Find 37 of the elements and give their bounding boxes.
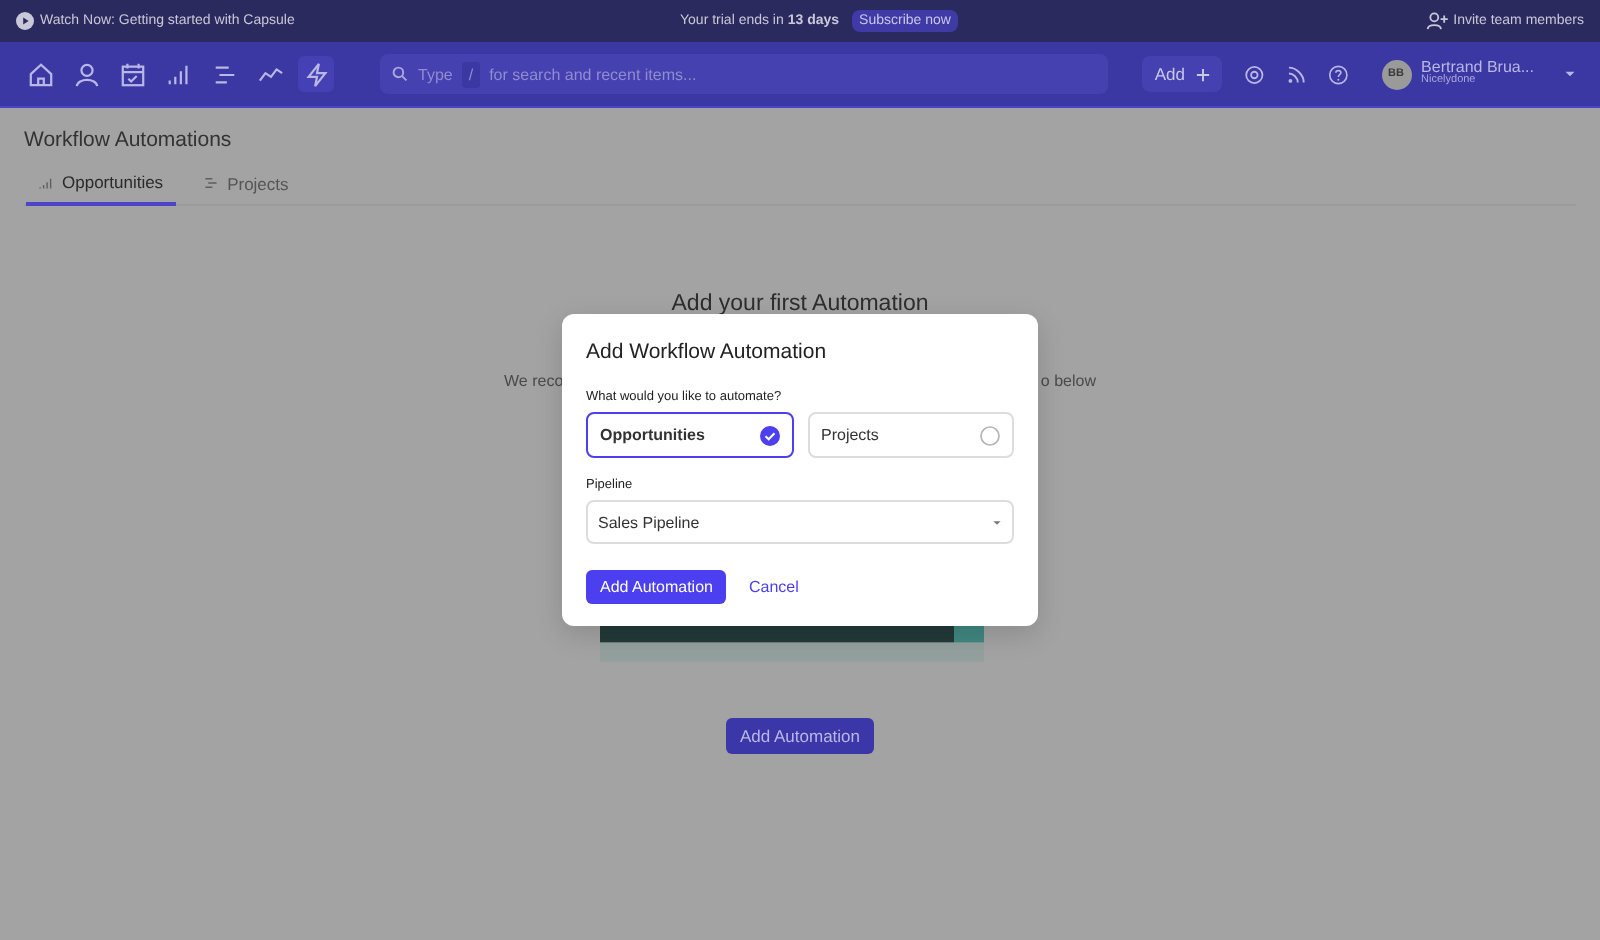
caret-icon <box>992 519 1002 525</box>
description-text: o below <box>1040 372 1096 390</box>
lines-icon <box>211 61 237 87</box>
option-card[interactable]: Opportunities <box>586 412 793 458</box>
caret-icon[interactable] <box>1564 70 1577 78</box>
cancel-link[interactable]: Cancel <box>748 578 799 596</box>
search-placeholder: for search and recent items... <box>489 65 697 83</box>
nav-item[interactable] <box>298 56 334 92</box>
bar-chart-icon <box>165 61 191 87</box>
radio-icon <box>980 425 1000 445</box>
user-name: Bertrand Brua... <box>1421 59 1535 76</box>
bar-chart-icon <box>38 175 52 189</box>
add-automation-button[interactable]: Add Automation <box>725 718 874 754</box>
feed-icon[interactable] <box>1285 63 1307 85</box>
play-icon <box>16 12 34 30</box>
check-icon <box>759 425 779 445</box>
mention-icon[interactable] <box>1243 63 1264 85</box>
dialog-title: Add Workflow Automation <box>586 340 829 364</box>
add-person-icon <box>1425 12 1448 30</box>
description-text: We reco <box>504 372 564 390</box>
page-title: Workflow Automations <box>24 128 234 152</box>
calendar-icon <box>119 61 145 87</box>
lines-icon <box>203 176 218 190</box>
tab[interactable]: Opportunities <box>26 164 176 206</box>
plus-icon <box>1195 67 1209 81</box>
home-icon <box>27 61 53 87</box>
lightning-icon <box>303 61 329 87</box>
help-icon[interactable] <box>1328 63 1350 85</box>
shortcut-key: / <box>462 61 480 87</box>
add-button[interactable]: Add <box>1142 56 1221 92</box>
search-placeholder: Type <box>418 65 453 83</box>
search-icon <box>392 66 408 82</box>
add-automation-button[interactable]: Add Automation <box>586 570 727 604</box>
person-icon <box>73 61 99 87</box>
option-card[interactable]: Projects <box>807 412 1014 458</box>
pipeline-select[interactable]: Sales Pipeline <box>586 500 1014 544</box>
empty-state-heading: Add your first Automation <box>671 292 929 316</box>
